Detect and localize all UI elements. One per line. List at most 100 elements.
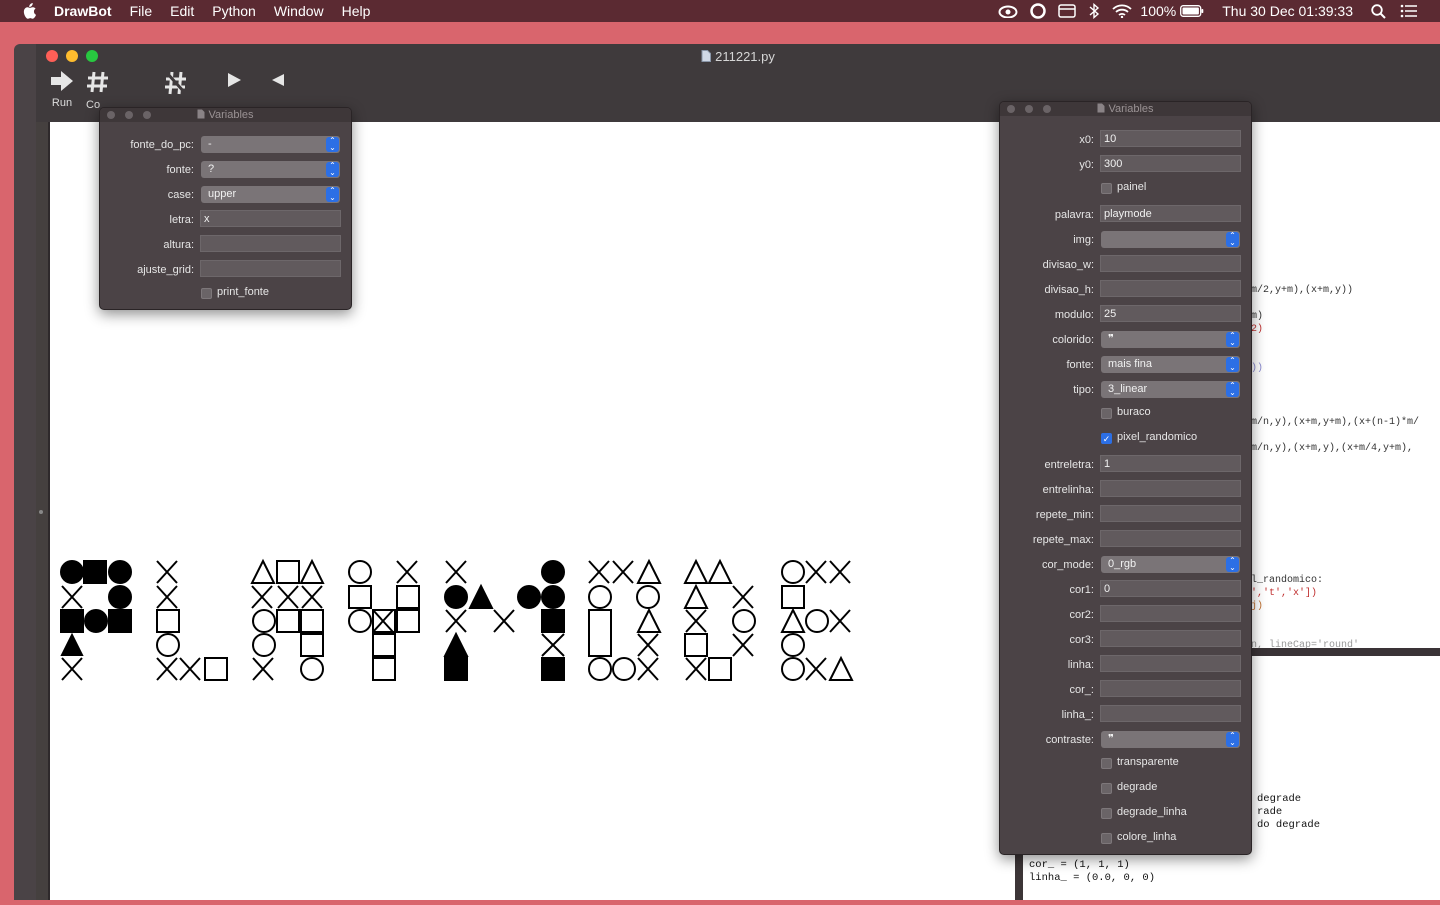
output-line: degrade: [1257, 793, 1302, 805]
panel-close-button[interactable]: [107, 111, 115, 119]
print-fonte-checkbox[interactable]: [201, 288, 212, 299]
hash-icon: [87, 71, 108, 93]
y0-input[interactable]: 300: [1100, 155, 1241, 172]
battery-icon[interactable]: [1180, 5, 1204, 17]
x0-input[interactable]: 10: [1100, 130, 1241, 147]
battery-percent: 100%: [1140, 3, 1177, 19]
altura-input[interactable]: [200, 235, 341, 252]
case-value: upper: [208, 188, 237, 200]
uncomment-button[interactable]: [164, 70, 188, 99]
panel-title-text: Variables: [208, 109, 254, 121]
cor3-input[interactable]: [1100, 630, 1241, 647]
panel-title-text: Variables: [1108, 103, 1154, 115]
comment-button[interactable]: Co: [86, 70, 110, 111]
code-line: m/n,y),(x+m,y+m),(x+(n-1)*m/: [1251, 417, 1420, 428]
letra-input[interactable]: x: [200, 210, 341, 227]
fonte-do-pc-select[interactable]: - ⌃ ⌄: [201, 136, 340, 153]
menu-file[interactable]: File: [130, 3, 153, 19]
degrade-checkbox[interactable]: [1101, 783, 1112, 794]
code-line: m/2,y+m),(x+m,y)): [1251, 285, 1354, 296]
fonte-do-pc-label: fonte_do_pc:: [130, 139, 194, 151]
creative-cloud-icon[interactable]: [998, 4, 1018, 18]
img-select[interactable]: ⌃ ⌄: [1101, 231, 1240, 248]
window-title: 211221.py: [36, 49, 1440, 64]
divisao-h-input[interactable]: [1100, 280, 1241, 297]
menu-python[interactable]: Python: [212, 3, 256, 19]
buraco-checkbox[interactable]: [1101, 408, 1112, 419]
entreletra-input[interactable]: 1: [1100, 455, 1241, 472]
fonte-label: fonte:: [166, 164, 194, 176]
palavra-label: palavra:: [1054, 209, 1094, 221]
degrade-linha-label: degrade_linha: [1117, 806, 1187, 818]
dedent-button[interactable]: [268, 70, 288, 93]
img-label: img:: [1073, 234, 1094, 246]
code-editor[interactable]: m/2,y+m),(x+m,y)) m) 2) )) m/n,y),(x+m,y…: [1251, 122, 1440, 648]
tipo-select[interactable]: 3_linear ⌃ ⌄: [1101, 381, 1240, 398]
notification-center-icon[interactable]: [1400, 4, 1418, 18]
cor1-input[interactable]: 0: [1100, 580, 1241, 597]
entrelinha-input[interactable]: [1100, 480, 1241, 497]
fonte-select[interactable]: ? ⌃ ⌄: [201, 161, 340, 178]
menu-edit[interactable]: Edit: [170, 3, 194, 19]
transparente-checkbox[interactable]: [1101, 758, 1112, 769]
cor-underscore-input[interactable]: [1100, 680, 1241, 697]
repete-max-input[interactable]: [1100, 530, 1241, 547]
panel-title-bar[interactable]: Variables: [1000, 102, 1251, 116]
code-line: m/n,y),(x+m,y),(x+m/4,y+m),: [1251, 443, 1414, 454]
variables-panel-right: Variables x0: 10 y0: 300 painel palavra:…: [999, 101, 1252, 855]
calendar-icon[interactable]: [1058, 4, 1077, 18]
contraste-select[interactable]: ❞ ⌃ ⌄: [1101, 731, 1240, 748]
menu-help[interactable]: Help: [342, 3, 371, 19]
code-line: j): [1251, 601, 1264, 612]
fonte-value: mais fina: [1108, 358, 1153, 370]
colore-linha-checkbox[interactable]: [1101, 833, 1112, 844]
code-line: l_randomico:: [1251, 575, 1324, 586]
palavra-input[interactable]: playmode: [1100, 205, 1241, 222]
panel-zoom-button[interactable]: [143, 111, 151, 119]
cor2-input[interactable]: [1100, 605, 1241, 622]
ring-icon[interactable]: [1030, 3, 1047, 19]
chevron-updown-icon: ⌃ ⌄: [326, 162, 339, 177]
linha-underscore-input[interactable]: [1100, 705, 1241, 722]
menu-app-name[interactable]: DrawBot: [54, 3, 112, 19]
panel-zoom-button[interactable]: [1043, 105, 1051, 113]
ajuste-grid-input[interactable]: [200, 260, 341, 277]
menu-window[interactable]: Window: [274, 3, 324, 19]
colorido-label: colorido:: [1052, 334, 1094, 346]
output-line: do degrade: [1257, 819, 1321, 831]
tipo-label: tipo:: [1073, 384, 1094, 396]
painel-checkbox[interactable]: [1101, 183, 1112, 194]
divisao-w-input[interactable]: [1100, 255, 1241, 272]
apple-icon[interactable]: [20, 3, 38, 19]
fonte-select[interactable]: mais fina ⌃ ⌄: [1101, 356, 1240, 373]
spotlight-search-icon[interactable]: [1371, 3, 1386, 19]
panel-minimize-button[interactable]: [1025, 105, 1033, 113]
repete-min-input[interactable]: [1100, 505, 1241, 522]
chevron-updown-icon: ⌃ ⌄: [1226, 357, 1239, 372]
panel-close-button[interactable]: [1007, 105, 1015, 113]
panel-minimize-button[interactable]: [125, 111, 133, 119]
play-right-icon: [228, 73, 241, 87]
tipo-value: 3_linear: [1108, 383, 1148, 395]
linha-underscore-label: linha_:: [1061, 709, 1094, 721]
split-divider[interactable]: [1251, 648, 1440, 656]
bluetooth-icon[interactable]: [1088, 3, 1100, 19]
hash-strike-icon: [165, 71, 187, 95]
pixel-randomico-checkbox[interactable]: ✓: [1101, 433, 1112, 444]
run-button[interactable]: Run: [50, 70, 74, 109]
sidebar-edge[interactable]: [36, 122, 50, 900]
code-line: n, lineCap='round': [1251, 640, 1360, 648]
degrade-linha-checkbox[interactable]: [1101, 808, 1112, 819]
case-select[interactable]: upper ⌃ ⌄: [201, 186, 340, 203]
panel-title-bar[interactable]: Variables: [100, 108, 351, 122]
clock[interactable]: Thu 30 Dec 01:39:33: [1222, 3, 1353, 19]
cor-mode-select[interactable]: 0_rgb ⌃ ⌄: [1101, 556, 1240, 573]
fonte-do-pc-value: -: [208, 138, 212, 150]
modulo-input[interactable]: 25: [1100, 305, 1241, 322]
indent-button[interactable]: [224, 70, 244, 93]
variables-panel-left: Variables fonte_do_pc: - ⌃ ⌄ fonte: ? ⌃ ⌄ ca…: [99, 107, 352, 310]
wifi-icon[interactable]: [1112, 4, 1133, 18]
pixel-randomico-label: pixel_randomico: [1117, 431, 1198, 443]
colorido-select[interactable]: ❞ ⌃ ⌄: [1101, 331, 1240, 348]
linha-input[interactable]: [1100, 655, 1241, 672]
